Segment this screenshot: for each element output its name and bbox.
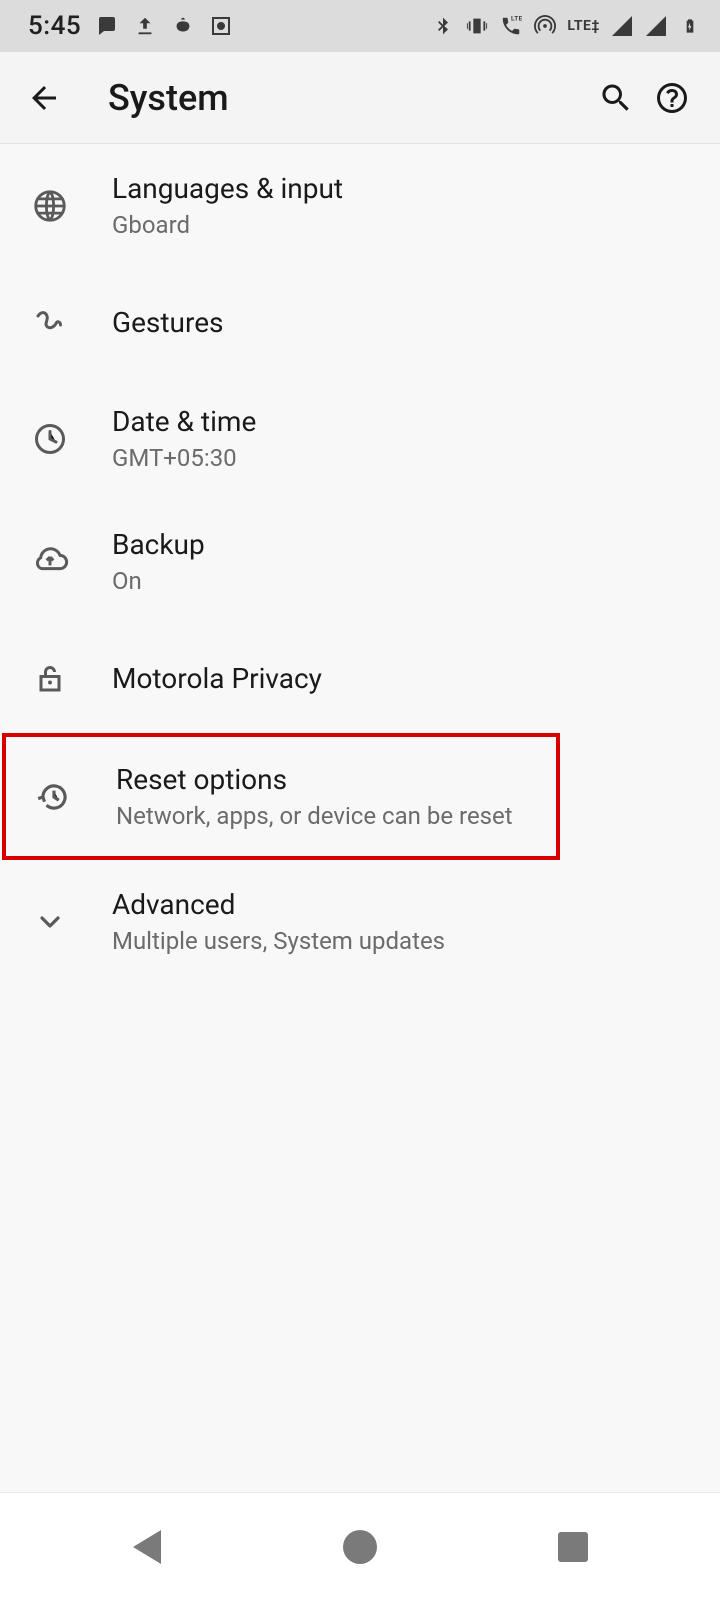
nav-back-icon — [133, 1530, 161, 1564]
status-icons-right: LTE LTE‡ — [431, 14, 702, 38]
item-sub: Multiple users, System updates — [112, 927, 445, 955]
arrow-back-icon — [26, 80, 62, 116]
nav-home-icon — [343, 1530, 377, 1564]
item-title: Advanced — [112, 888, 445, 921]
item-title: Gestures — [112, 306, 224, 339]
nav-recent-icon — [558, 1532, 588, 1562]
battery-charging-icon — [678, 14, 702, 38]
item-title: Motorola Privacy — [112, 662, 322, 695]
item-sub: Network, apps, or device can be reset — [116, 802, 513, 830]
item-languages-input[interactable]: Languages & input Gboard — [0, 144, 720, 267]
globe-icon — [24, 180, 76, 232]
upload-icon — [133, 14, 157, 38]
item-reset-options[interactable]: Reset options Network, apps, or device c… — [2, 733, 560, 860]
search-icon — [598, 80, 634, 116]
item-date-time[interactable]: Date & time GMT+05:30 — [0, 377, 720, 500]
lte-text: LTE‡ — [567, 18, 600, 34]
search-button[interactable] — [588, 70, 644, 126]
signal-2-icon — [644, 14, 668, 38]
item-sub: Gboard — [112, 211, 343, 239]
vibrate-icon — [465, 14, 489, 38]
clock-icon — [24, 413, 76, 465]
apple-icon — [171, 14, 195, 38]
status-bar-left: 5:45 — [28, 11, 233, 41]
nav-home-button[interactable] — [320, 1517, 400, 1577]
screen: 5:45 — [0, 0, 720, 1600]
item-gestures[interactable]: Gestures — [0, 267, 720, 377]
target-icon — [209, 14, 233, 38]
item-title: Reset options — [116, 763, 513, 796]
signal-1-icon — [610, 14, 634, 38]
bluetooth-icon — [431, 14, 455, 38]
cloud-upload-icon — [24, 536, 76, 588]
volte-call-icon: LTE — [499, 14, 523, 38]
item-advanced[interactable]: Advanced Multiple users, System updates — [0, 860, 720, 983]
back-button[interactable] — [20, 74, 68, 122]
item-title: Date & time — [112, 405, 256, 438]
help-icon — [654, 80, 690, 116]
navigation-bar — [0, 1492, 720, 1600]
item-title: Backup — [112, 528, 205, 561]
app-bar: System — [0, 52, 720, 144]
item-motorola-privacy[interactable]: Motorola Privacy — [0, 623, 720, 733]
nav-recent-button[interactable] — [533, 1517, 613, 1577]
gesture-icon — [24, 296, 76, 348]
item-title: Languages & input — [112, 172, 343, 205]
nav-back-button[interactable] — [107, 1517, 187, 1577]
settings-list: Languages & input Gboard Gestures Date &… — [0, 144, 720, 1492]
item-backup[interactable]: Backup On — [0, 500, 720, 623]
help-button[interactable] — [644, 70, 700, 126]
notification-icon — [95, 14, 119, 38]
status-time: 5:45 — [28, 11, 81, 41]
unlock-icon — [24, 652, 76, 704]
page-title: System — [108, 77, 588, 119]
svg-text:LTE: LTE — [511, 15, 522, 23]
chevron-down-icon — [24, 896, 76, 948]
hotspot-icon — [533, 14, 557, 38]
item-sub: On — [112, 567, 205, 595]
item-sub: GMT+05:30 — [112, 444, 256, 472]
restore-icon — [28, 771, 80, 823]
status-icons-left — [95, 14, 233, 38]
status-bar: 5:45 — [0, 0, 720, 52]
